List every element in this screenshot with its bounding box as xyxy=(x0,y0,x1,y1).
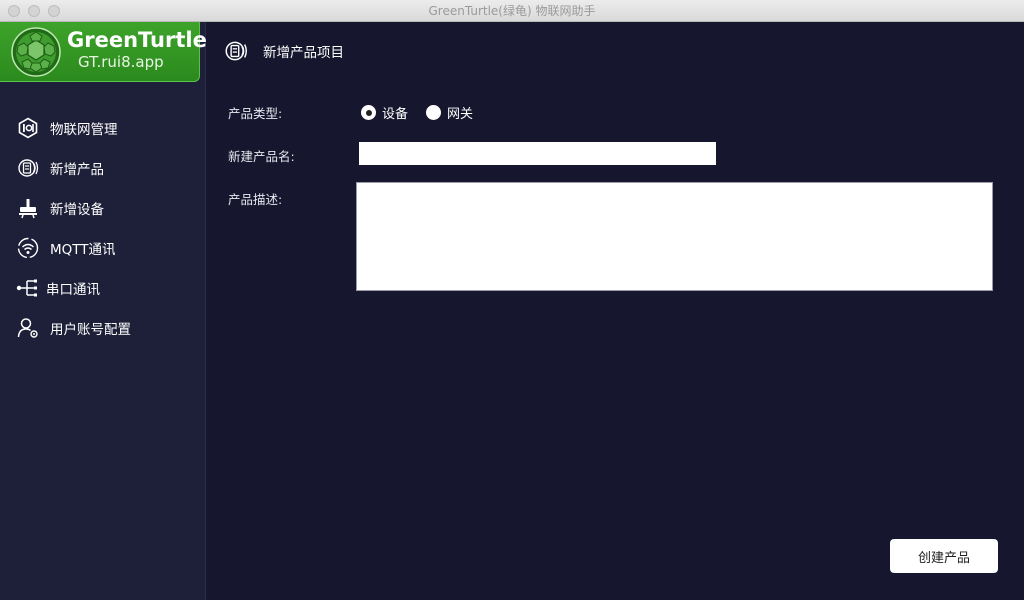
sidebar-item-label: 新增产品 xyxy=(50,162,104,178)
logo-name: GreenTurtle xyxy=(67,28,207,52)
iot-icon xyxy=(16,116,40,140)
sidebar-item-iot-management[interactable]: 物联网管理 xyxy=(0,108,206,148)
radio-gateway-label: 网关 xyxy=(447,107,474,122)
sidebar-item-add-device[interactable]: 新增设备 xyxy=(0,188,206,228)
sidebar-item-label: 新增设备 xyxy=(50,202,104,218)
window-title-bar: GreenTurtle(绿龟) 物联网助手 xyxy=(0,0,1024,22)
product-description-label: 产品描述: xyxy=(228,192,283,207)
radio-device-label: 设备 xyxy=(382,107,409,122)
sidebar-item-serial[interactable]: 串口通讯 xyxy=(0,268,206,308)
serial-icon xyxy=(16,276,40,300)
product-icon xyxy=(225,41,247,61)
minimize-window-button[interactable] xyxy=(28,5,40,17)
radio-device[interactable]: 设备 xyxy=(361,103,408,122)
zoom-window-button[interactable] xyxy=(48,5,60,17)
window-title: GreenTurtle(绿龟) 物联网助手 xyxy=(428,4,596,18)
window-controls xyxy=(8,5,60,17)
sidebar-item-add-product[interactable]: 新增产品 xyxy=(0,148,206,188)
sidebar-item-label: 串口通讯 xyxy=(46,282,100,298)
radio-device-indicator[interactable] xyxy=(361,105,376,120)
main-panel: 新增产品项目 产品类型: 设备 网关 新建产品名: 产品描述: 创建产品 xyxy=(207,22,1024,600)
product-description-textarea[interactable] xyxy=(356,182,993,291)
sidebar: GreenTurtle GT.rui8.app 物联网管理 新增产品 新增设备 xyxy=(0,22,207,600)
close-window-button[interactable] xyxy=(8,5,20,17)
mqtt-icon xyxy=(16,236,40,260)
sidebar-item-label: MQTT通讯 xyxy=(50,242,116,258)
device-icon xyxy=(16,196,40,220)
sidebar-item-label: 物联网管理 xyxy=(50,122,118,138)
sidebar-item-mqtt[interactable]: MQTT通讯 xyxy=(0,228,206,268)
sidebar-item-label: 用户账号配置 xyxy=(50,322,131,338)
product-type-radio-group: 设备 网关 xyxy=(361,103,491,122)
page-header: 新增产品项目 xyxy=(223,38,344,64)
radio-gateway-indicator[interactable] xyxy=(426,105,442,120)
turtle-logo-icon xyxy=(11,27,61,77)
app-logo: GreenTurtle GT.rui8.app xyxy=(0,22,207,82)
product-icon xyxy=(16,156,40,180)
sidebar-item-user-account[interactable]: 用户账号配置 xyxy=(0,308,206,348)
radio-gateway[interactable]: 网关 xyxy=(426,103,473,122)
create-product-button[interactable]: 创建产品 xyxy=(890,539,998,573)
logo-url: GT.rui8.app xyxy=(78,53,164,71)
product-name-input[interactable] xyxy=(359,142,716,165)
product-name-label: 新建产品名: xyxy=(228,149,295,164)
sidebar-nav: 物联网管理 新增产品 新增设备 MQTT通讯 串口通讯 用户账号配置 xyxy=(0,108,206,348)
product-type-label: 产品类型: xyxy=(228,106,283,121)
page-title: 新增产品项目 xyxy=(263,45,344,61)
user-settings-icon xyxy=(16,316,40,340)
